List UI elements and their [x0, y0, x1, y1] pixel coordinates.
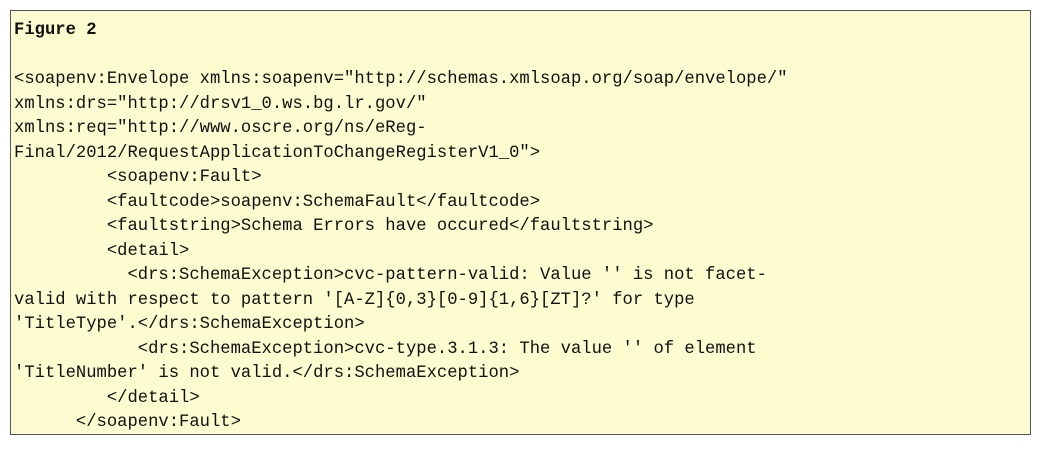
code-line: <drs:SchemaException>cvc-type.3.1.3: The… — [14, 339, 757, 359]
code-line: </soapenv:Fault> — [14, 413, 241, 432]
code-line: <soapenv:Fault> — [14, 168, 262, 187]
code-line: xmlns:drs="http://drsv1_0.ws.bg.lr.gov/" — [14, 94, 427, 114]
figure-box: Figure 2 <soapenv:Envelope xmlns:soapenv… — [10, 10, 1031, 435]
code-line: 'TitleType'.</drs:SchemaException> — [14, 315, 365, 334]
figure-title: Figure 2 — [14, 21, 97, 40]
code-line: <faultcode>soapenv:SchemaFault</faultcod… — [14, 192, 541, 212]
code-line: Final/2012/RequestApplicationToChangeReg… — [14, 143, 541, 163]
code-line: <soapenv:Envelope xmlns:soapenv="http://… — [14, 70, 788, 89]
code-line: <drs:SchemaException>cvc-pattern-valid: … — [14, 266, 767, 285]
code-line: <faultstring>Schema Errors have occured<… — [14, 217, 654, 236]
code-line: </detail> — [14, 388, 200, 408]
code-line: 'TitleNumber' is not valid.</drs:SchemaE… — [14, 364, 520, 383]
code-line: xmlns:req="http://www.oscre.org/ns/eReg- — [14, 119, 427, 138]
code-line: valid with respect to pattern '[A-Z]{0,3… — [14, 290, 695, 310]
code-line: <detail> — [14, 241, 190, 261]
